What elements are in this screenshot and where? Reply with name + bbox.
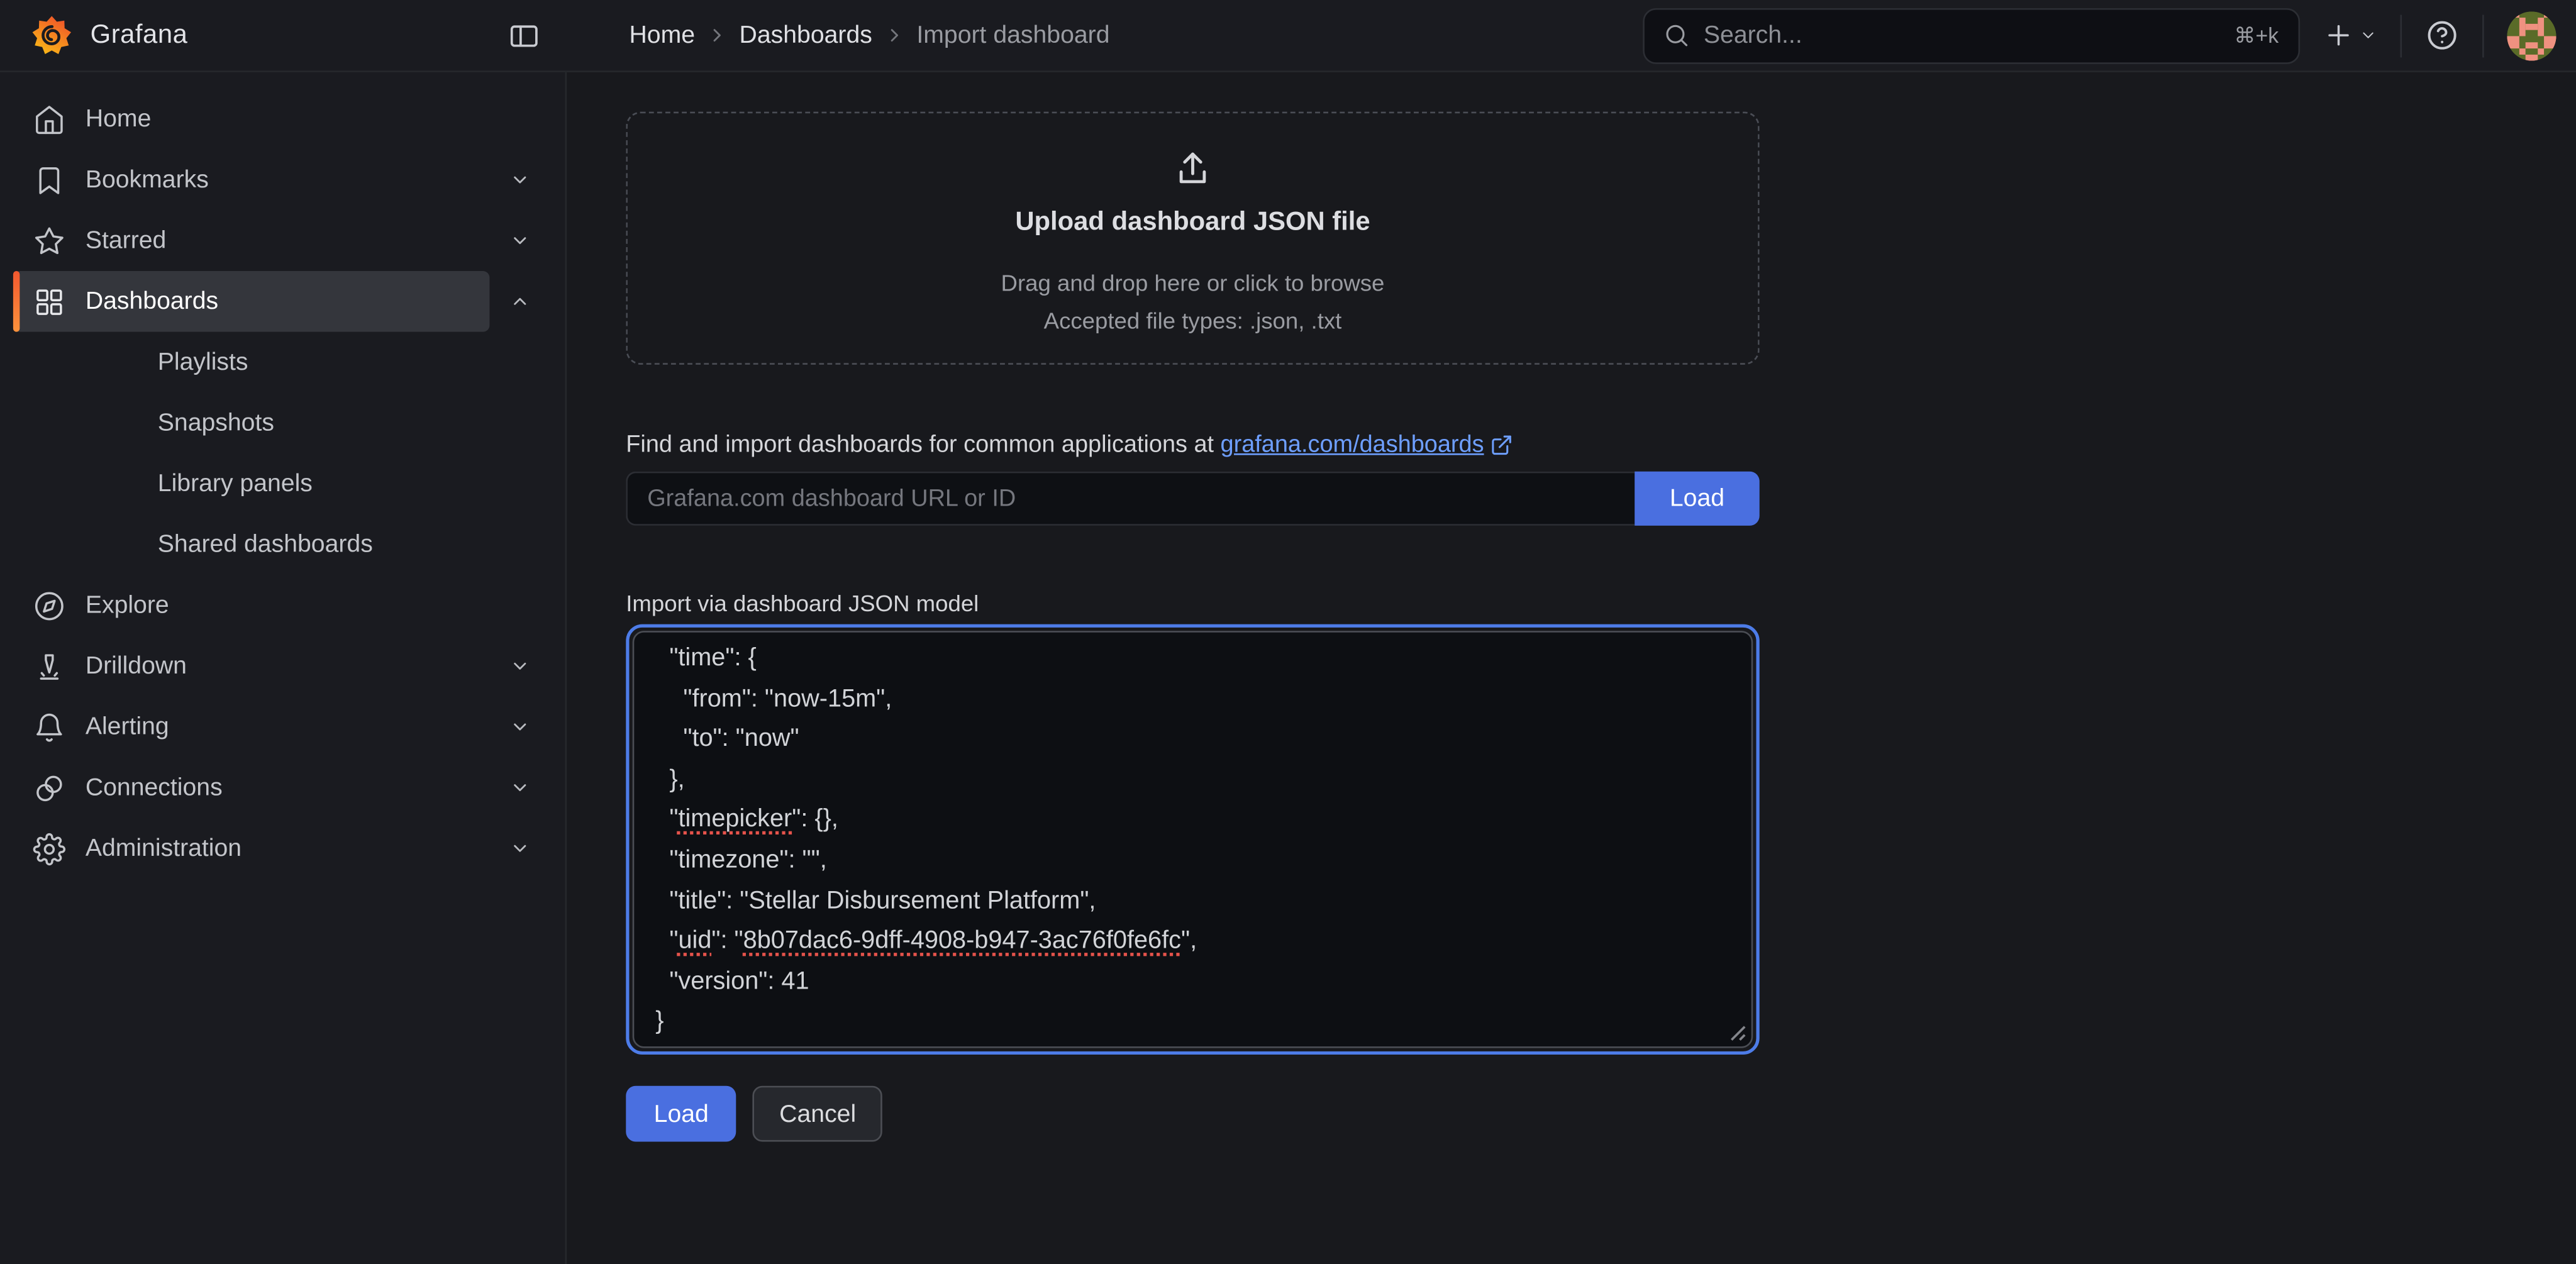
sidebar-item-label: Home <box>86 105 152 133</box>
bell-icon <box>33 711 65 743</box>
compass-icon <box>33 589 65 621</box>
sidebar-item-label: Connections <box>86 773 223 801</box>
upload-dropzone[interactable]: Upload dashboard JSON file Drag and drop… <box>626 112 1759 365</box>
chevron-down-icon[interactable] <box>489 818 548 879</box>
sidebar-item-starred[interactable]: Starred <box>13 210 490 271</box>
sidebar-item-label: Alerting <box>86 713 169 741</box>
gcom-load-button[interactable]: Load <box>1635 472 1760 526</box>
user-avatar[interactable] <box>2507 11 2556 60</box>
bookmark-icon <box>33 164 65 196</box>
sidebar-item-connections[interactable]: Connections <box>13 757 490 818</box>
grafana-app: Grafana Home Dashboards Import dashboard ⌘… <box>0 0 2576 1264</box>
chevron-right-icon <box>706 25 728 46</box>
breadcrumb-home[interactable]: Home <box>629 21 695 49</box>
breadcrumb: Home Dashboards Import dashboard <box>567 0 1643 70</box>
upload-icon <box>1172 148 1214 191</box>
sidebar-item-alerting[interactable]: Alerting <box>13 697 490 758</box>
upload-title: Upload dashboard JSON file <box>1015 209 1370 238</box>
breadcrumb-dashboards[interactable]: Dashboards <box>740 21 872 49</box>
gcom-url-input[interactable] <box>626 472 1635 526</box>
sidebar-item-playlists[interactable]: Playlists <box>0 332 565 393</box>
chevron-down-icon <box>2359 26 2377 45</box>
plus-icon <box>2323 19 2355 51</box>
sidebar-item-drilldown[interactable]: Drilldown <box>13 636 490 697</box>
search-box[interactable]: ⌘+k <box>1643 8 2300 64</box>
search-input[interactable] <box>1704 21 2235 49</box>
connections-icon <box>33 771 65 804</box>
sidebar-item-home[interactable]: Home <box>13 89 549 150</box>
topbar-divider <box>2400 14 2402 57</box>
gcom-url-row: Load <box>626 472 1759 526</box>
sidebar-item-label: Drilldown <box>86 652 187 680</box>
import-cancel-button[interactable]: Cancel <box>753 1086 882 1142</box>
json-code-line: "timepicker": {}, <box>655 801 1728 841</box>
json-textarea-focus-ring: "time": { "from": "now-15m", "to": "now"… <box>626 624 1759 1055</box>
home-icon <box>33 103 65 135</box>
sidebar-item-label: Dashboards <box>86 287 218 315</box>
json-code-line: "uid": "8b07dac6-9dff-4908-b947-3ac76f0f… <box>655 922 1728 962</box>
grafana-logo-icon[interactable] <box>30 13 74 58</box>
external-link-icon <box>1491 434 1514 457</box>
new-menu-button[interactable] <box>2323 19 2377 51</box>
json-code-line: } <box>655 1002 1728 1043</box>
topbar-actions: ⌘+k <box>1643 0 2576 70</box>
brand-title: Grafana <box>91 21 188 50</box>
sidebar-item-library-panels[interactable]: Library panels <box>0 453 565 514</box>
sidebar-item-explore[interactable]: Explore <box>13 575 549 636</box>
json-code-line: "time": { <box>655 639 1728 679</box>
help-icon[interactable] <box>2425 18 2460 53</box>
apps-icon <box>33 285 65 318</box>
search-icon <box>1663 21 1690 49</box>
json-model-textarea[interactable]: "time": { "from": "now-15m", "to": "now"… <box>633 631 1753 1048</box>
json-code-line: "version": 41 <box>655 962 1728 1002</box>
json-code-line: }, <box>655 760 1728 801</box>
sidebar-item-label: Bookmarks <box>86 166 209 194</box>
gcom-dashboards-link[interactable]: grafana.com/dashboards <box>1221 432 1484 458</box>
search-shortcut: ⌘+k <box>2234 22 2279 48</box>
chevron-down-icon[interactable] <box>489 697 548 758</box>
upload-accepted-types: Accepted file types: .json, .txt <box>1044 307 1342 333</box>
chevron-down-icon[interactable] <box>489 150 548 211</box>
json-model-label: Import via dashboard JSON model <box>626 590 1759 616</box>
sidebar-item-snapshots[interactable]: Snapshots <box>0 392 565 453</box>
sidebar-item-label: Explore <box>86 591 169 619</box>
json-code-line: "to": "now" <box>655 720 1728 760</box>
topbar: Grafana Home Dashboards Import dashboard ⌘… <box>0 0 2576 72</box>
star-icon <box>33 225 65 257</box>
gear-icon <box>33 832 65 865</box>
chevron-right-icon <box>884 25 905 46</box>
chevron-down-icon[interactable] <box>489 210 548 271</box>
upload-drag-text: Drag and drop here or click to browse <box>1001 269 1385 296</box>
main-content: Upload dashboard JSON file Drag and drop… <box>567 72 2576 1264</box>
import-load-button[interactable]: Load <box>626 1086 736 1142</box>
sidebar-collapse-icon[interactable] <box>508 19 540 52</box>
json-code-line: "from": "now-15m", <box>655 679 1728 719</box>
drilldown-icon <box>33 650 65 682</box>
form-actions: Load Cancel <box>626 1086 1759 1142</box>
sidebar-nav: HomeBookmarksStarredDashboardsPlaylistsS… <box>0 72 567 1264</box>
json-code-line: "title": "Stellar Disbursement Platform"… <box>655 882 1728 922</box>
sidebar-item-label: Starred <box>86 226 167 254</box>
sidebar-item-dashboards[interactable]: Dashboards <box>13 271 490 332</box>
sidebar-item-label: Administration <box>86 834 242 862</box>
resize-grip-icon[interactable] <box>1728 1023 1746 1041</box>
sidebar-item-administration[interactable]: Administration <box>13 818 490 879</box>
json-code-line: "timezone": "", <box>655 841 1728 881</box>
sidebar-item-bookmarks[interactable]: Bookmarks <box>13 150 490 211</box>
topbar-brand-area: Grafana <box>0 0 567 70</box>
chevron-down-icon[interactable] <box>489 757 548 818</box>
sidebar-item-shared-dashboards[interactable]: Shared dashboards <box>0 514 565 575</box>
breadcrumb-import-dashboard: Import dashboard <box>916 21 1109 49</box>
topbar-divider <box>2482 14 2484 57</box>
chevron-up-icon[interactable] <box>489 271 548 332</box>
gcom-help-text: Find and import dashboards for common ap… <box>626 432 1759 458</box>
chevron-down-icon[interactable] <box>489 636 548 697</box>
